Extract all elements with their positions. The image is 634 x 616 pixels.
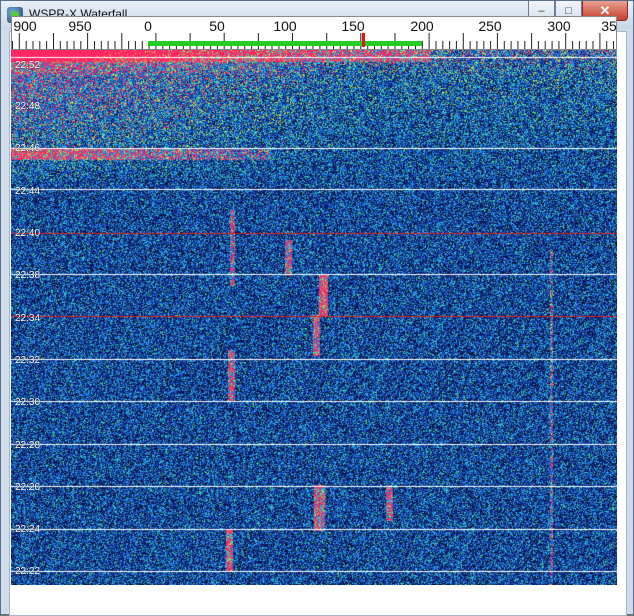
waterfall-canvas[interactable] xyxy=(11,50,617,585)
scale-label: 150 xyxy=(341,18,365,34)
scale-label: 50 xyxy=(209,18,225,34)
scale-label: 0 xyxy=(144,18,152,34)
scale-label: 100 xyxy=(273,18,297,34)
waterfall-display[interactable]: 22:52 22:48 22:46 22:44 22:40 22:38 22:34 22:32… xyxy=(11,50,617,585)
frequency-scale[interactable]: 900 950 0 50 100 150 200 250 300 35 xyxy=(11,16,617,50)
tx-frequency-marker[interactable] xyxy=(362,33,365,47)
passband-indicator xyxy=(148,41,422,46)
scale-label: 300 xyxy=(547,18,571,34)
frequency-scale-svg: 900 950 0 50 100 150 200 250 300 35 xyxy=(12,18,617,49)
scale-label: 900 xyxy=(13,18,37,34)
scale-label: 35 xyxy=(601,18,617,34)
scale-label: 250 xyxy=(478,18,502,34)
scale-label: 200 xyxy=(410,18,434,34)
scale-label: 950 xyxy=(68,18,92,34)
